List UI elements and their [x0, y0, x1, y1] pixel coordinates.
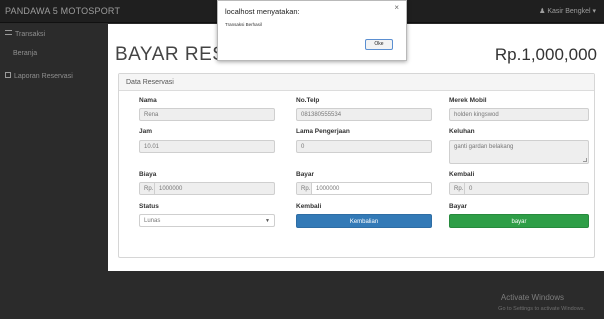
sidebar-item-label: Transaksi: [15, 31, 46, 38]
status-value: Lunas: [144, 218, 161, 224]
kembali-action-label: Kembali: [296, 203, 322, 210]
status-select[interactable]: Lunas ▼: [139, 214, 275, 227]
bayar-field[interactable]: Rp. 1000000: [296, 182, 432, 195]
sidebar-item-label: Laporan Reservasi: [14, 73, 73, 80]
biaya-label: Biaya: [139, 171, 157, 178]
ok-button[interactable]: Oke: [365, 39, 393, 50]
user-menu[interactable]: ♟ Kasir Bengkel ▾: [539, 7, 596, 15]
kembali-label: Kembali: [449, 171, 475, 178]
windows-activation-note: Go to Settings to activate Windows.: [498, 306, 585, 312]
merek-label: Merek Mobil: [449, 97, 487, 104]
merek-field[interactable]: holden kingswod: [449, 108, 589, 121]
bayar-label: Bayar: [296, 171, 315, 178]
bayar-action-label: Bayar: [449, 203, 468, 210]
sidebar-item-transaksi[interactable]: Transaksi: [5, 30, 45, 38]
lama-label: Lama Pengerjaan: [296, 128, 350, 135]
sidebar-item-beranja[interactable]: Beranja: [13, 50, 37, 57]
keluhan-text: ganti gardan belakang: [454, 144, 514, 150]
alert-dialog: localhost menyatakan: × Transaksi Berhas…: [217, 0, 407, 61]
total-amount: Rp.1,000,000: [494, 45, 597, 64]
status-label: Status: [139, 203, 159, 210]
chevron-down-icon: ▼: [265, 218, 270, 224]
kembalian-button[interactable]: Kembalian: [296, 214, 432, 228]
resize-handle-icon[interactable]: [583, 158, 587, 162]
no-telp-label: No.Telp: [296, 97, 320, 104]
biaya-value: 1000000: [159, 186, 183, 192]
reservation-panel: Data Reservasi Nama Rena No.Telp 0813805…: [118, 73, 595, 258]
brand-name[interactable]: PANDAWA 5 MOTOSPORT: [5, 6, 120, 16]
no-telp-field[interactable]: 081380555534: [296, 108, 432, 121]
kembali-value: 0: [469, 186, 473, 192]
main-content: BAYAR RESE Rp.1,000,000 Data Reservasi N…: [108, 24, 604, 271]
kembali-currency-addon: Rp.: [450, 183, 465, 194]
lama-field[interactable]: 0: [296, 140, 432, 153]
biaya-field[interactable]: Rp. 1000000: [139, 182, 275, 195]
dialog-title: localhost menyatakan:: [225, 7, 300, 16]
close-icon[interactable]: ×: [394, 3, 399, 12]
bayar-value: 1000000: [316, 186, 340, 192]
jam-label: Jam: [139, 128, 153, 135]
sidebar: Transaksi Beranja Laporan Reservasi: [0, 24, 108, 319]
table-icon: [5, 72, 11, 78]
menu-icon: [5, 30, 12, 35]
bayar-button[interactable]: bayar: [449, 214, 589, 228]
footer-area: Activate Windows Go to Settings to activ…: [108, 271, 604, 319]
nama-field[interactable]: Rena: [139, 108, 275, 121]
bayar-currency-addon: Rp.: [297, 183, 312, 194]
kembali-field[interactable]: Rp. 0: [449, 182, 589, 195]
windows-activation-title: Activate Windows: [500, 293, 564, 302]
keluhan-label: Keluhan: [449, 128, 475, 135]
jam-field[interactable]: 10.01: [139, 140, 275, 153]
dialog-message: Transaksi Berhasil: [225, 22, 262, 27]
nama-label: Nama: [139, 97, 157, 104]
keluhan-textarea[interactable]: ganti gardan belakang: [449, 140, 589, 164]
sidebar-item-laporan-reservasi[interactable]: Laporan Reservasi: [5, 72, 73, 80]
biaya-currency-addon: Rp.: [140, 183, 155, 194]
panel-heading: Data Reservasi: [119, 74, 594, 91]
